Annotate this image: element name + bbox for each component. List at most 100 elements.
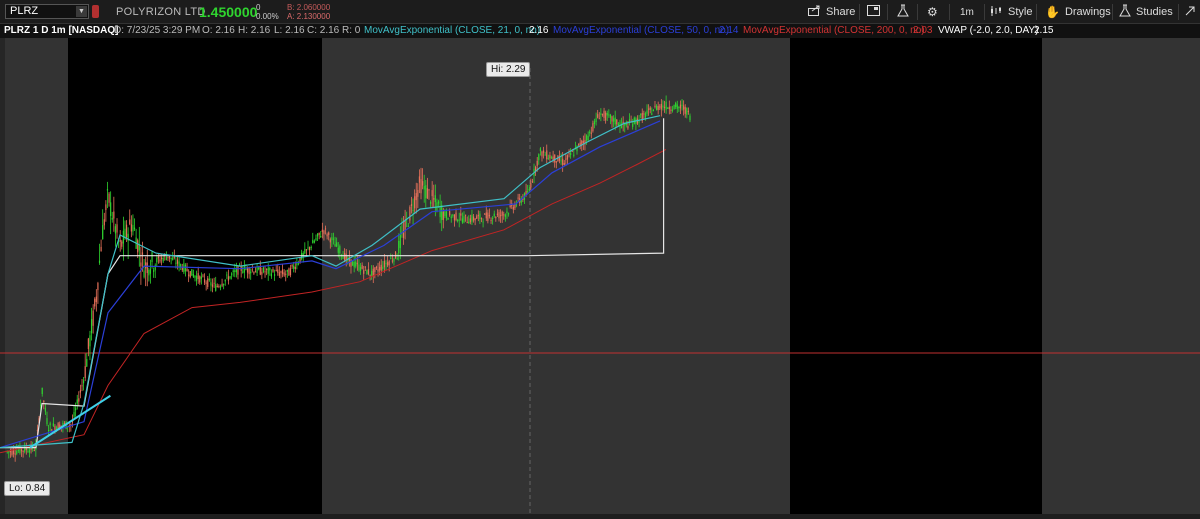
toolbar-divider [917, 4, 918, 20]
candle-body [437, 201, 440, 204]
candle-body [111, 217, 113, 220]
candle-body [167, 256, 169, 258]
session-band [1042, 38, 1200, 514]
candle-body [196, 275, 198, 281]
candle-body [310, 246, 312, 248]
candle-body [197, 273, 199, 280]
low-label: Lo: 0.84 [4, 481, 51, 496]
candle-body [474, 218, 476, 221]
candle-body [655, 105, 658, 111]
candle-body [245, 269, 247, 271]
candle-body [582, 140, 584, 143]
share-button[interactable]: Share [808, 0, 855, 24]
bid-price: B: 2.060000 [287, 3, 331, 12]
studies-button[interactable]: Studies [1119, 0, 1173, 24]
candle-body [181, 267, 183, 271]
chart-canvas[interactable] [0, 38, 1200, 514]
candle-body [681, 104, 683, 106]
candle-body [423, 186, 425, 190]
candle-body [305, 249, 308, 251]
timeframe-label: 1m [960, 6, 974, 18]
bar-low: L: 2.16 [274, 25, 305, 36]
candle-body [455, 212, 457, 220]
ema200-label[interactable]: MovAvgExponential (CLOSE, 200, 0, no) [743, 24, 925, 38]
bar-date: D: 7/23/25 3:29 PM [114, 25, 201, 36]
flag-icon[interactable] [92, 5, 99, 18]
candle-body [652, 109, 654, 112]
candle-body [627, 126, 629, 129]
candle-body [81, 385, 83, 387]
candle-body [498, 212, 500, 219]
candle-body [218, 285, 220, 287]
candle-body [328, 232, 330, 235]
candle-body [464, 214, 467, 216]
candle-body [418, 176, 421, 183]
candle-body [79, 390, 82, 393]
candle-body [479, 213, 481, 219]
candle-body [611, 116, 613, 122]
candle-body [480, 218, 483, 220]
candle-body [87, 338, 89, 349]
candle-body [223, 284, 225, 286]
chart-settings-button[interactable] [867, 0, 885, 24]
ema21-label[interactable]: MovAvgExponential (CLOSE, 21, 0, no) [364, 24, 540, 38]
candle-body [495, 216, 497, 219]
toolbar: PLRZ ▼ POLYRIZON LTD 1.450000 0 0.00% B:… [0, 0, 1200, 24]
session-band [322, 38, 790, 514]
candle-body [472, 216, 475, 221]
candle-body [125, 224, 128, 238]
symbol-input[interactable]: PLRZ ▼ [5, 4, 89, 19]
candle-body [550, 157, 553, 159]
study-info-bar: PLRZ 1 D 1m [NASDAQ] D: 7/23/25 3:29 PM … [0, 24, 1200, 38]
candle-body [458, 219, 460, 221]
candle-body [383, 260, 386, 268]
candle-body [207, 278, 209, 287]
style-label: Style [1008, 6, 1033, 18]
candle-body [92, 310, 94, 326]
candle-body [605, 112, 607, 121]
candle-body [657, 106, 659, 110]
chevron-down-icon[interactable]: ▼ [76, 6, 87, 17]
candle-body [318, 232, 320, 235]
candle-body [141, 252, 144, 255]
candle-body [648, 108, 650, 110]
ema50-label[interactable]: MovAvgExponential (CLOSE, 50, 0, no) [553, 24, 729, 38]
candle-body [49, 423, 51, 426]
candle-body [565, 158, 567, 160]
style-button[interactable]: Style [990, 0, 1032, 24]
candle-body [119, 239, 121, 242]
company-name: POLYRIZON LTD [116, 6, 206, 18]
candle-body [339, 246, 341, 254]
candle-body [250, 271, 252, 274]
candle-body [149, 269, 152, 274]
flask-button[interactable] [897, 0, 914, 24]
candle-body [439, 207, 441, 218]
candle-body [203, 279, 206, 283]
candle-body [613, 118, 615, 122]
candle-body [485, 212, 487, 219]
candle-body [189, 271, 191, 278]
price-chart[interactable]: Hi: 2.29 Lo: 0.84 [0, 38, 1200, 514]
candle-body [673, 104, 675, 110]
ema21-value: 2.16 [529, 25, 549, 36]
candle-body [108, 193, 110, 203]
candle-body [210, 282, 212, 286]
candle-body [608, 114, 610, 116]
candle-body [94, 298, 96, 307]
candle-body [651, 113, 653, 115]
hand-icon: ✋ [1045, 5, 1060, 19]
candle-body [554, 154, 556, 163]
candle-body [463, 216, 465, 223]
vwap-label[interactable]: VWAP (-2.0, 2.0, DAY) [938, 24, 1038, 38]
settings-button[interactable]: ⚙ [927, 0, 943, 24]
candle-body [219, 286, 222, 288]
expand-button[interactable] [1185, 0, 1200, 24]
candle-body [590, 132, 592, 134]
vwap-value: 2.15 [1034, 25, 1054, 36]
drawings-button[interactable]: ✋ Drawings [1045, 0, 1111, 24]
timeframe-button[interactable]: 1m [960, 0, 974, 24]
candle-body [393, 258, 395, 262]
candle-body [159, 259, 161, 262]
candle-body [24, 445, 26, 452]
candle-body [417, 189, 419, 197]
